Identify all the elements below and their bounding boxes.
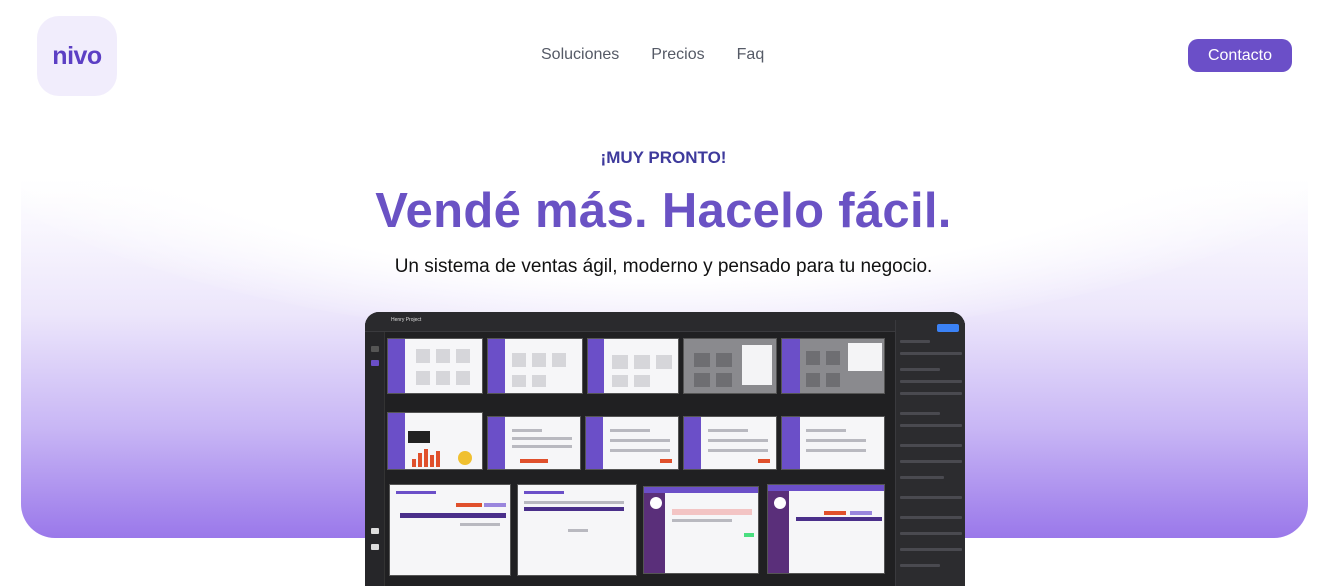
- design-frame: [683, 338, 777, 394]
- mockup-project-title: Henry Project: [391, 317, 422, 323]
- mockup-share-button: [937, 324, 959, 332]
- design-frame: [781, 416, 885, 470]
- design-frame: [487, 338, 583, 394]
- design-frame: [585, 416, 679, 470]
- mockup-left-toolbar: [365, 332, 385, 586]
- design-frame: [643, 486, 759, 574]
- design-frame: [781, 338, 885, 394]
- logo-text: nivo: [52, 41, 102, 70]
- nav-link-faq[interactable]: Faq: [737, 45, 765, 65]
- product-screenshot: Henry Project: [365, 312, 965, 586]
- design-frame: [387, 338, 483, 394]
- hero-subheadline: Un sistema de ventas ágil, moderno y pen…: [394, 256, 933, 277]
- design-frame: [487, 416, 581, 470]
- design-canvas: [387, 334, 893, 586]
- mockup-toolbar: Henry Project: [365, 312, 965, 332]
- hero-headline: Vendé más. Hacelo fácil.: [375, 184, 952, 238]
- design-frame: [683, 416, 777, 470]
- main-nav: Soluciones Precios Faq: [541, 45, 764, 65]
- design-frame: [587, 338, 679, 394]
- nav-link-soluciones[interactable]: Soluciones: [541, 45, 619, 65]
- nav-link-precios[interactable]: Precios: [651, 45, 704, 65]
- design-frame: [389, 484, 511, 576]
- tool-icon: [371, 346, 379, 352]
- site-header: nivo Soluciones Precios Faq Contacto: [0, 0, 1327, 110]
- mockup-properties-panel: [895, 320, 965, 586]
- tool-icon: [371, 360, 379, 366]
- design-frame: [767, 484, 885, 574]
- design-frame: [517, 484, 637, 576]
- logo[interactable]: nivo: [37, 16, 117, 96]
- tool-icon: [371, 528, 379, 534]
- tool-icon: [371, 544, 379, 550]
- design-frame: [387, 412, 483, 470]
- contact-button[interactable]: Contacto: [1188, 39, 1292, 72]
- coming-soon-label: ¡MUY PRONTO!: [600, 148, 727, 167]
